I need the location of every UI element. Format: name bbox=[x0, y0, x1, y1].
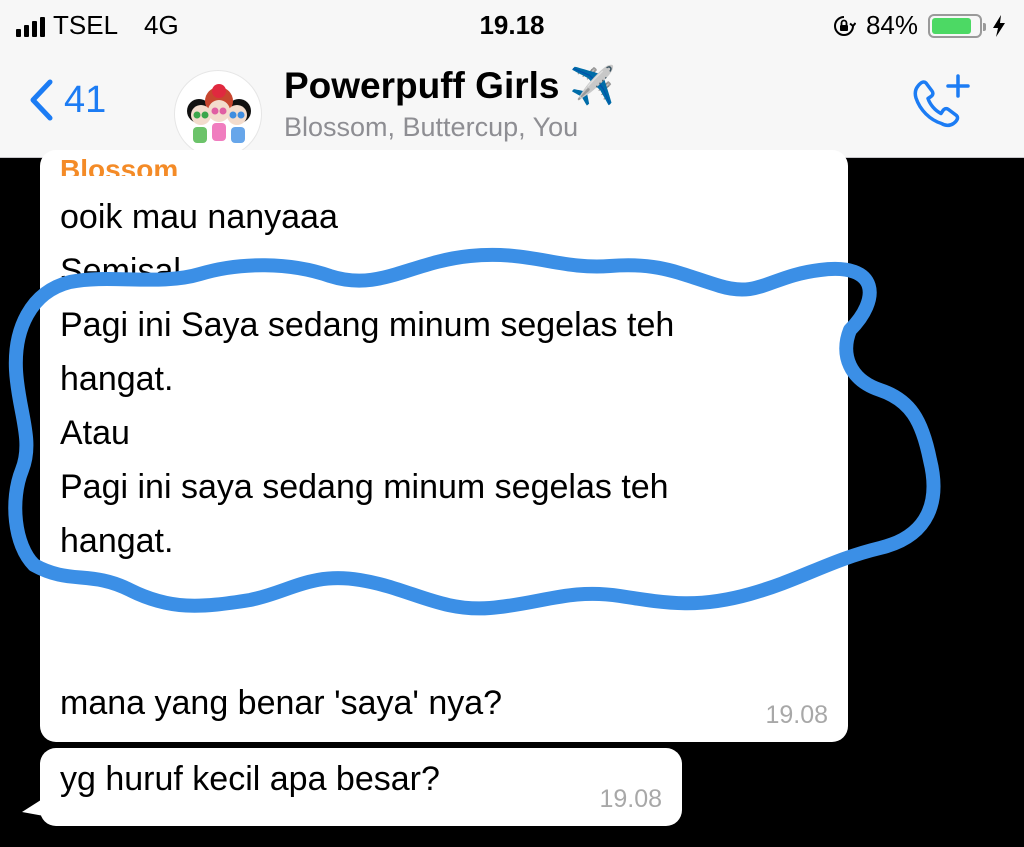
chat-header: 41 Powerpuff Girls ✈️ Blossom, Buttercup… bbox=[0, 52, 1024, 158]
message-timestamp: 19.08 bbox=[765, 701, 828, 729]
message-line bbox=[60, 622, 674, 676]
group-name: Powerpuff Girls bbox=[284, 65, 560, 106]
status-bar: TSEL 4G 19.18 84% bbox=[0, 0, 1024, 52]
add-call-button[interactable] bbox=[910, 72, 972, 141]
bubble-tail bbox=[22, 798, 44, 816]
status-right: 84% bbox=[832, 10, 1006, 41]
message-line bbox=[60, 568, 674, 622]
message-line: mana yang benar 'saya' nya? bbox=[60, 684, 503, 722]
message-line: hangat. bbox=[60, 360, 174, 398]
group-avatar[interactable] bbox=[174, 70, 262, 158]
battery-percent: 84% bbox=[865, 10, 918, 40]
message-line: Pagi ini saya sedang minum segelas teh bbox=[60, 468, 669, 506]
sender-name: Blossom bbox=[60, 154, 179, 176]
participants-subtitle[interactable]: Blossom, Buttercup, You bbox=[284, 112, 578, 143]
message-line: Pagi ini Saya sedang minum segelas teh bbox=[60, 306, 675, 344]
message-text: yg huruf kecil apa besar? bbox=[60, 760, 440, 798]
message-line: Atau bbox=[60, 414, 130, 452]
orientation-lock-icon bbox=[833, 15, 856, 36]
phone-plus-icon bbox=[913, 74, 970, 128]
chat-title[interactable]: Powerpuff Girls ✈️ bbox=[284, 64, 616, 108]
message-bubble-incoming[interactable]: yg huruf kecil apa besar? 19.08 bbox=[22, 748, 682, 826]
message-timestamp: 19.08 bbox=[599, 785, 662, 813]
unread-count: 41 bbox=[64, 78, 107, 121]
message-line: Semisal bbox=[60, 252, 181, 290]
message-line: hangat. bbox=[60, 522, 174, 560]
charging-bolt-icon bbox=[993, 14, 1005, 37]
back-button[interactable]: 41 bbox=[28, 78, 106, 122]
airplane-icon: ✈️ bbox=[569, 64, 616, 107]
message-bubble-incoming[interactable]: Blossom ooik mau nanyaaa Semisal Pagi in… bbox=[40, 150, 848, 742]
powerpuff-avatar-icon bbox=[187, 84, 251, 143]
chevron-left-icon bbox=[30, 79, 53, 121]
battery-fill bbox=[932, 17, 971, 34]
message-line: ooik mau nanyaaa bbox=[60, 198, 338, 236]
battery-icon bbox=[928, 13, 986, 38]
message-text: ooik mau nanyaaa Semisal Pagi ini Saya s… bbox=[60, 190, 674, 730]
